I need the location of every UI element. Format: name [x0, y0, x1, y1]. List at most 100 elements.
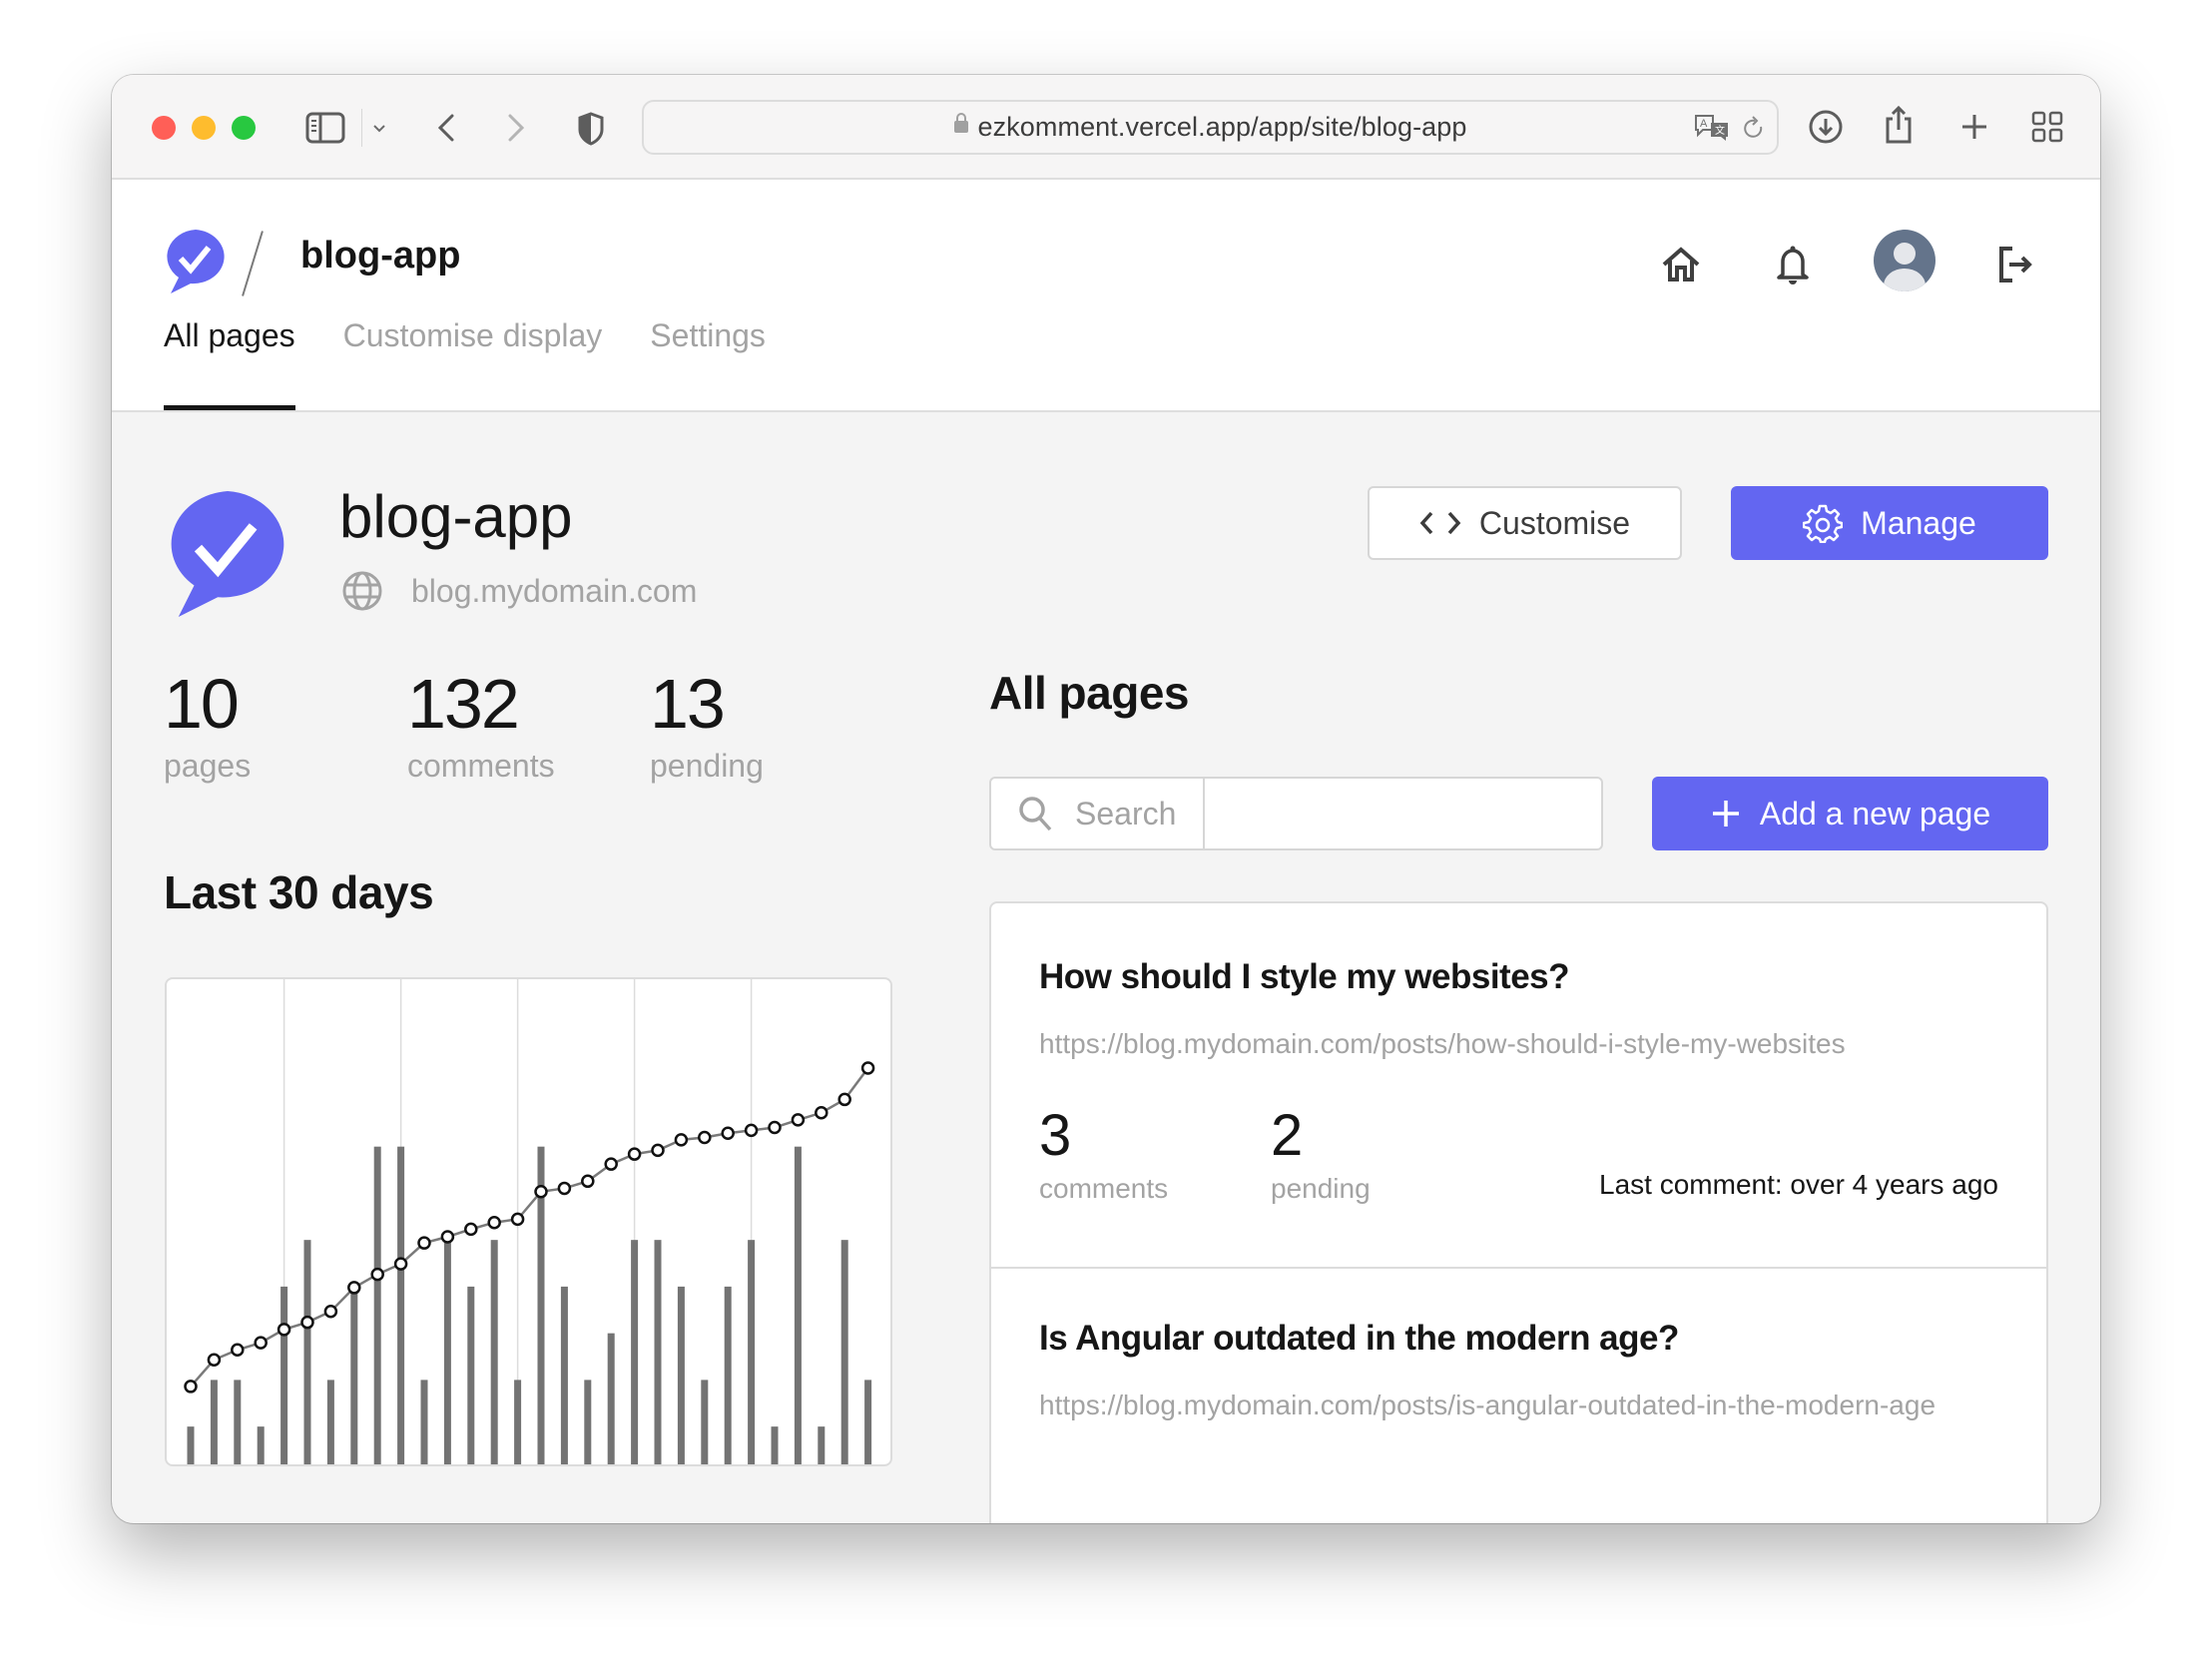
last-comment-time: Last comment: over 4 years ago: [1599, 1169, 1998, 1200]
maximize-window-button[interactable]: [232, 116, 256, 140]
tab-all-pages[interactable]: All pages: [164, 315, 295, 410]
chart-point: [347, 1281, 361, 1295]
chart-point: [440, 1230, 455, 1244]
chart-bar: [187, 1426, 195, 1464]
stat-comments: 132 comments: [407, 664, 555, 785]
tab-overview-icon[interactable]: [2029, 109, 2065, 145]
sidebar-icon[interactable]: [305, 111, 345, 145]
page-stats: 3 comments 2 pending Last comment: over …: [1039, 1105, 1998, 1257]
stat-pages: 10 pages: [164, 664, 251, 785]
chart-bar: [654, 1240, 662, 1464]
customise-button-label: Customise: [1478, 504, 1631, 541]
breadcrumb-separator: [242, 231, 264, 296]
chart-heading: Last 30 days: [164, 866, 434, 918]
chart-bar: [443, 1240, 451, 1464]
chart-bar: [840, 1240, 848, 1464]
stat-pending-value: 13: [650, 665, 726, 743]
page-comments-label: comments: [1039, 1173, 1169, 1204]
stat-pending-label: pending: [650, 748, 764, 784]
reload-icon[interactable]: [1740, 114, 1770, 144]
breadcrumb-site-name[interactable]: blog-app: [300, 235, 460, 278]
chart-point: [557, 1181, 572, 1196]
add-page-button[interactable]: Add a new page: [1652, 777, 2048, 850]
logout-icon[interactable]: [1990, 240, 2040, 289]
stat-pending: 13 pending: [650, 664, 764, 785]
chart-bar: [771, 1426, 779, 1464]
pages-heading: All pages: [989, 667, 1190, 719]
page-pending-label: pending: [1271, 1173, 1371, 1204]
chart-bar: [234, 1380, 242, 1464]
chart-bar: [724, 1286, 732, 1464]
app-header: blog-app All pages Customise display Set…: [112, 180, 2100, 412]
tab-customise-display[interactable]: Customise display: [343, 315, 603, 410]
chart-svg: [184, 979, 875, 1464]
chart-bar: [420, 1380, 428, 1464]
code-icon: [1419, 510, 1461, 536]
privacy-shield-icon[interactable]: [576, 111, 606, 147]
chart-bar: [397, 1146, 405, 1464]
manage-button[interactable]: Manage: [1731, 486, 2048, 560]
chart-bar: [467, 1286, 475, 1464]
page-card[interactable]: Is Angular outdated in the modern age? h…: [991, 1269, 2046, 1426]
translate-icon[interactable]: A文: [1692, 112, 1732, 144]
search-icon: [1017, 795, 1053, 833]
chart-bar: [257, 1426, 265, 1464]
chart-bar: [280, 1286, 288, 1464]
page-card[interactable]: How should I style my websites? https://…: [991, 903, 2046, 1269]
chart-bar: [584, 1380, 592, 1464]
chart-point: [791, 1113, 806, 1127]
stat-pages-label: pages: [164, 748, 252, 784]
site-domain-link[interactable]: blog.mydomain.com: [411, 573, 697, 610]
chart-point: [815, 1106, 829, 1120]
chart-bar: [350, 1286, 358, 1464]
chart-bar: [701, 1380, 709, 1464]
page-comments: 3 comments: [1039, 1105, 1271, 1205]
tab-settings[interactable]: Settings: [650, 315, 766, 410]
stat-comments-label: comments: [407, 748, 555, 784]
url-display[interactable]: ezkomment.vercel.app/app/site/blog-app: [644, 102, 1777, 153]
toolbar-divider: [361, 109, 362, 147]
page-title[interactable]: How should I style my websites?: [1039, 957, 1998, 997]
download-icon[interactable]: [1806, 107, 1846, 147]
chevron-down-icon[interactable]: [369, 119, 389, 139]
chart-point: [417, 1236, 431, 1250]
stat-pages-value: 10: [164, 665, 240, 743]
chart-bar: [490, 1240, 498, 1464]
page-pending-value: 2: [1271, 1103, 1304, 1168]
chart-bar: [794, 1146, 802, 1464]
chart-bar: [326, 1380, 334, 1464]
back-icon[interactable]: [433, 111, 459, 145]
new-tab-icon[interactable]: [1956, 109, 1992, 145]
page-title[interactable]: Is Angular outdated in the modern age?: [1039, 1319, 1998, 1359]
globe-icon: [341, 570, 383, 612]
address-bar[interactable]: ezkomment.vercel.app/app/site/blog-app A…: [642, 100, 1779, 155]
gear-icon: [1803, 503, 1844, 543]
share-icon[interactable]: [1881, 103, 1917, 147]
chart-point: [581, 1174, 595, 1189]
chart-point: [674, 1133, 689, 1147]
customise-button[interactable]: Customise: [1368, 486, 1682, 560]
chart-point: [837, 1092, 851, 1107]
bell-icon[interactable]: [1768, 240, 1818, 289]
avatar[interactable]: [1874, 230, 1936, 291]
chart-point: [768, 1120, 782, 1135]
chart-bar: [607, 1333, 615, 1464]
chart-bar: [748, 1240, 756, 1464]
chart-point: [698, 1130, 712, 1145]
home-icon[interactable]: [1656, 240, 1706, 289]
chart-point: [510, 1212, 525, 1227]
svg-text:A: A: [1700, 118, 1708, 130]
chart-point: [860, 1061, 875, 1075]
chart-bar: [631, 1240, 639, 1464]
close-window-button[interactable]: [152, 116, 176, 140]
add-page-button-label: Add a new page: [1759, 795, 1991, 832]
site-title: blog-app: [339, 483, 573, 550]
search-box: Search: [989, 777, 1603, 850]
minimize-window-button[interactable]: [192, 116, 216, 140]
search-input[interactable]: [1207, 779, 1601, 848]
page-url: https://blog.mydomain.com/posts/is-angul…: [1039, 1390, 1936, 1420]
page-pending: 2 pending: [1271, 1105, 1502, 1205]
ezkomment-logo-icon[interactable]: [163, 228, 229, 293]
forward-icon[interactable]: [503, 111, 529, 145]
search-label: Search: [1075, 795, 1177, 832]
